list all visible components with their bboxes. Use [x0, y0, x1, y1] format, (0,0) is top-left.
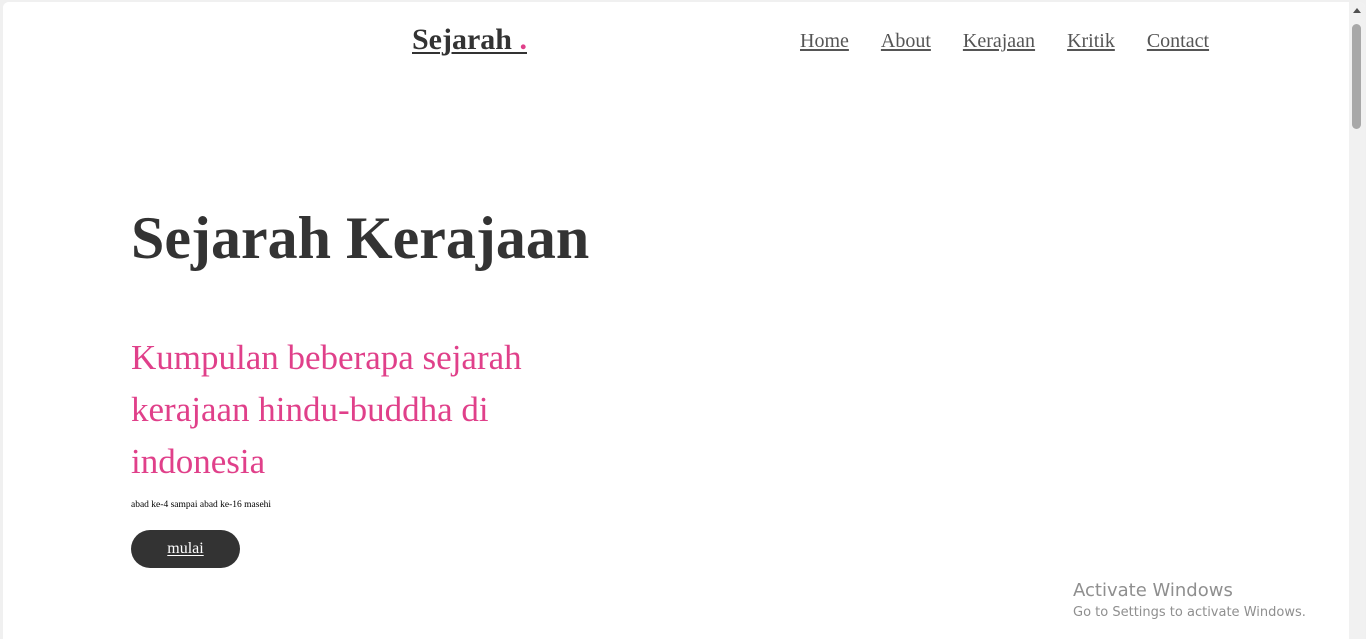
- browser-viewport: Sejarah . Home About Kerajaan Kritik Con…: [3, 2, 1365, 639]
- hero-subtitle: Kumpulan beberapa sejarah kerajaan hindu…: [131, 338, 522, 481]
- scroll-up-arrow-icon[interactable]: [1353, 8, 1361, 13]
- nav-link-kritik[interactable]: Kritik: [1067, 28, 1115, 54]
- logo-dot: .: [519, 23, 528, 56]
- logo-text: Sejarah: [412, 23, 520, 56]
- page: Sejarah . Home About Kerajaan Kritik Con…: [3, 2, 1349, 639]
- hero-title: Sejarah Kerajaan: [131, 205, 590, 271]
- nav-link-home[interactable]: Home: [800, 28, 849, 54]
- site-logo[interactable]: Sejarah .: [412, 22, 527, 58]
- nav-link-contact[interactable]: Contact: [1147, 28, 1209, 54]
- start-button[interactable]: mulai: [131, 530, 240, 568]
- nav-link-about[interactable]: About: [881, 28, 931, 54]
- nav-link-kerajaan[interactable]: Kerajaan: [963, 28, 1035, 54]
- vertical-scrollbar[interactable]: [1349, 2, 1365, 639]
- hero-note: abad ke-4 sampai abad ke-16 masehi: [131, 500, 272, 510]
- main-nav: Home About Kerajaan Kritik Contact: [800, 28, 1209, 54]
- scrollbar-thumb[interactable]: [1352, 24, 1361, 129]
